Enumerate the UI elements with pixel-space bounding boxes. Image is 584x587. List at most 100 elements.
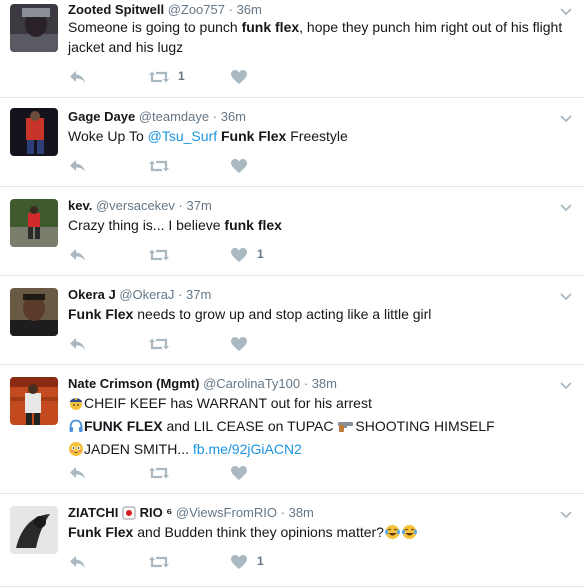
text-segment: SHOOTING HIMSELF [355,418,495,434]
display-name[interactable]: Gage Daye [68,109,135,124]
retweet-icon[interactable] [148,156,170,176]
tweet-header: kev. @versacekev · 37m [68,198,554,214]
text-segment: needs to grow up and stop acting like a … [133,306,432,322]
text-segment: Woke Up To [68,128,148,144]
timestamp[interactable]: 37m [187,198,212,213]
like-count: 1 [257,247,264,261]
highlighted-term: FUNK FLEX [84,418,163,434]
highlighted-term: funk flex [224,217,282,233]
timestamp[interactable]: 36m [237,2,262,17]
separator: · [303,376,309,391]
headphones-icon [68,418,84,439]
separator: · [280,505,285,520]
tweet[interactable]: Nate Crimson (Mgmt) @CarolinaTy100 · 38m… [0,365,584,494]
heart-icon[interactable] [230,463,248,483]
tweet-header: Zooted Spitwell @Zoo757 · 36m [68,2,554,18]
text-segment: JADEN SMITH... [84,441,193,457]
display-name[interactable]: kev. [68,198,92,213]
reply-icon[interactable] [68,67,88,87]
heart-icon[interactable] [230,334,248,354]
reply-icon[interactable] [68,156,88,176]
highlighted-term: Funk Flex [68,306,134,322]
tweet[interactable]: kev. @versacekev · 37m Crazy thing is...… [0,187,584,276]
chevron-down-icon[interactable] [560,200,572,212]
display-name[interactable]: Nate Crimson (Mgmt) [68,376,199,391]
heart-icon[interactable] [230,67,248,87]
reply-icon[interactable] [68,463,88,483]
separator: · [178,198,183,213]
flushed-face-icon [68,441,84,462]
retweet-icon[interactable] [148,552,170,572]
retweet-icon[interactable] [148,67,170,87]
reply-icon[interactable] [68,552,88,572]
chevron-down-icon[interactable] [560,289,572,301]
pistol-icon [337,418,355,439]
text-line: JADEN SMITH... fb.me/92jGiACN2 [68,439,572,462]
tears-of-joy-icon [401,524,418,545]
username[interactable]: @teamdaye [139,109,209,124]
timestamp[interactable]: 36m [221,109,246,124]
avatar[interactable] [10,288,58,336]
avatar[interactable] [10,377,58,425]
separator: · [178,287,183,302]
retweet-count: 1 [178,69,185,83]
highlighted-term: Funk Flex [68,524,134,540]
tweet[interactable]: ZIATCHI RIO ⁶ @ViewsFromRIO · 38m Funk F… [0,494,584,587]
display-name-suffix: RIO ⁶ [139,505,173,520]
tweet-header: Nate Crimson (Mgmt) @CarolinaTy100 · 38m [68,376,554,392]
separator: · [212,109,218,124]
text-line: CHEIF KEEF has WARRANT out for his arres… [68,393,572,416]
tweet[interactable]: Gage Daye @teamdaye · 36m Woke Up To @Ts… [0,98,584,187]
tweet-text: Woke Up To @Tsu_Surf Funk Flex Freestyle [68,126,572,146]
tweet-header: Okera J @OkeraJ · 37m [68,287,554,303]
timestamp[interactable]: 37m [186,287,211,302]
highlighted-term: funk flex [241,19,300,35]
heart-icon[interactable] [230,156,248,176]
mention-link[interactable]: @Tsu_Surf [148,128,217,144]
heart-icon[interactable] [230,245,248,265]
avatar[interactable] [10,4,58,52]
text-line: FUNK FLEX and LIL CEASE on TUPAC SHOOTIN… [68,416,572,439]
text-segment: and LIL CEASE on TUPAC [162,418,338,434]
reply-icon[interactable] [68,334,88,354]
username[interactable]: @ViewsFromRIO [176,505,277,520]
tears-of-joy-icon [384,524,401,545]
avatar[interactable] [10,199,58,247]
retweet-icon[interactable] [148,334,170,354]
police-officer-icon [68,395,84,416]
text-segment: Someone is going to punch [68,19,242,35]
display-name[interactable]: Zooted Spitwell [68,2,164,17]
tweet-text: Someone is going to punch funk flex, hop… [68,17,572,57]
username[interactable]: @versacekev [96,198,175,213]
tweet[interactable]: Zooted Spitwell @Zoo757 · 36m Someone is… [0,0,584,98]
chevron-down-icon[interactable] [560,111,572,123]
username[interactable]: @OkeraJ [119,287,174,302]
text-segment: CHEIF KEEF has WARRANT out for his arres… [84,395,372,411]
retweet-icon[interactable] [148,463,170,483]
tweet[interactable]: Okera J @OkeraJ · 37m Funk Flex needs to… [0,276,584,365]
tweet-text: Crazy thing is... I believe funk flex [68,215,572,235]
url-link[interactable]: fb.me/92jGiACN2 [193,441,302,457]
highlighted-term: Funk Flex [221,128,287,144]
retweet-icon[interactable] [148,245,170,265]
tweet-text: CHEIF KEEF has WARRANT out for his arres… [68,393,572,462]
display-name[interactable]: ZIATCHI [68,505,118,520]
timestamp[interactable]: 38m [289,505,314,520]
timestamp[interactable]: 38m [312,376,337,391]
reply-icon[interactable] [68,245,88,265]
chevron-down-icon[interactable] [560,507,572,519]
separator: · [228,2,233,17]
username[interactable]: @Zoo757 [168,2,225,17]
chevron-down-icon[interactable] [560,4,572,16]
avatar[interactable] [10,108,58,156]
avatar[interactable] [10,506,58,554]
text-segment: Freestyle [286,128,348,144]
tweet-text: Funk Flex needs to grow up and stop acti… [68,304,572,324]
tweet-text: Funk Flex and Budden think they opinions… [68,522,572,545]
display-name[interactable]: Okera J [68,287,116,302]
tweet-timeline: Zooted Spitwell @Zoo757 · 36m Someone is… [0,0,584,587]
chevron-down-icon[interactable] [560,378,572,390]
heart-icon[interactable] [230,552,248,572]
username[interactable]: @CarolinaTy100 [203,376,300,391]
text-segment: and Budden think they opinions matter? [133,524,384,540]
